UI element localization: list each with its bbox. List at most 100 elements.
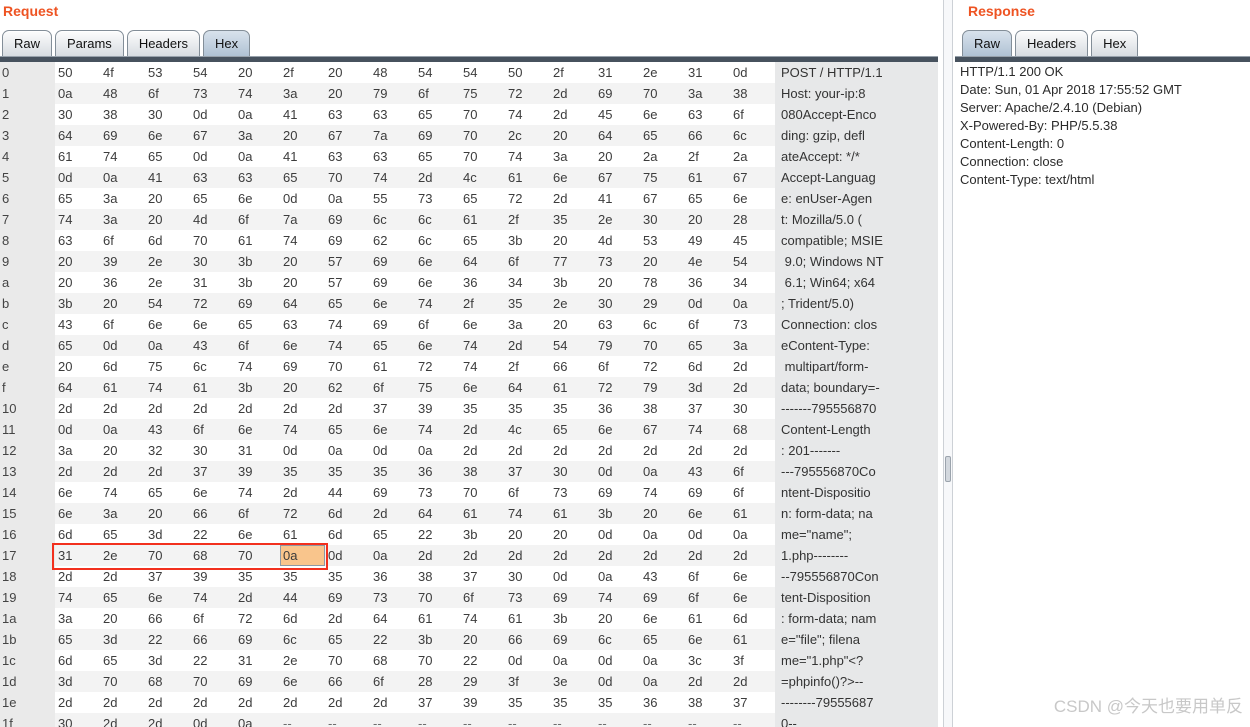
hex-byte[interactable]: 61 bbox=[505, 608, 550, 629]
hex-byte[interactable]: 6e bbox=[415, 251, 460, 272]
hex-byte[interactable]: 3a bbox=[235, 125, 280, 146]
hex-byte[interactable]: 2d bbox=[280, 692, 325, 713]
hex-byte[interactable]: 65 bbox=[640, 125, 685, 146]
hex-byte[interactable]: 3a bbox=[55, 440, 100, 461]
hex-byte[interactable]: 74 bbox=[280, 230, 325, 251]
hex-byte[interactable]: 65 bbox=[55, 335, 100, 356]
hex-byte[interactable]: 34 bbox=[505, 272, 550, 293]
hex-byte[interactable]: 73 bbox=[370, 587, 415, 608]
hex-byte[interactable]: 20 bbox=[595, 272, 640, 293]
hex-byte[interactable]: 36 bbox=[595, 398, 640, 419]
hex-byte[interactable]: 2d bbox=[325, 692, 370, 713]
hex-byte[interactable]: 6f bbox=[730, 461, 775, 482]
hex-byte[interactable]: 41 bbox=[595, 188, 640, 209]
hex-byte[interactable]: 69 bbox=[550, 587, 595, 608]
hex-byte[interactable]: 64 bbox=[595, 125, 640, 146]
hex-byte[interactable]: 20 bbox=[145, 188, 190, 209]
hex-byte[interactable]: 66 bbox=[145, 608, 190, 629]
hex-byte[interactable]: 63 bbox=[685, 104, 730, 125]
hex-byte[interactable]: 3a bbox=[505, 314, 550, 335]
hex-byte[interactable]: 69 bbox=[325, 230, 370, 251]
hex-byte[interactable]: 54 bbox=[460, 62, 505, 83]
hex-byte[interactable]: 65 bbox=[415, 146, 460, 167]
hex-byte[interactable]: 65 bbox=[370, 524, 415, 545]
hex-byte[interactable]: 39 bbox=[100, 251, 145, 272]
hex-byte[interactable]: 68 bbox=[730, 419, 775, 440]
hex-byte[interactable]: 22 bbox=[190, 524, 235, 545]
hex-byte[interactable]: 2d bbox=[595, 440, 640, 461]
hex-byte[interactable]: 38 bbox=[100, 104, 145, 125]
hex-byte[interactable]: 74 bbox=[685, 419, 730, 440]
hex-byte[interactable]: 0d bbox=[190, 146, 235, 167]
hex-byte[interactable]: 6d bbox=[55, 524, 100, 545]
hex-byte[interactable]: 6e bbox=[145, 125, 190, 146]
hex-byte[interactable]: 37 bbox=[730, 692, 775, 713]
hex-byte[interactable]: 30 bbox=[550, 461, 595, 482]
hex-byte[interactable]: 74 bbox=[55, 587, 100, 608]
hex-byte[interactable]: 6e bbox=[730, 587, 775, 608]
hex-byte[interactable]: 57 bbox=[325, 251, 370, 272]
hex-byte[interactable]: 69 bbox=[280, 356, 325, 377]
hex-byte[interactable]: 6f bbox=[235, 335, 280, 356]
hex-byte[interactable]: 36 bbox=[460, 272, 505, 293]
hex-byte[interactable]: 63 bbox=[235, 167, 280, 188]
hex-byte[interactable]: 6e bbox=[145, 587, 190, 608]
hex-byte[interactable]: 65 bbox=[460, 230, 505, 251]
hex-byte[interactable]: 6f bbox=[505, 251, 550, 272]
hex-byte[interactable]: 35 bbox=[280, 461, 325, 482]
hex-byte[interactable]: 20 bbox=[145, 209, 190, 230]
hex-byte[interactable]: 2a bbox=[640, 146, 685, 167]
hex-byte[interactable]: 37 bbox=[685, 398, 730, 419]
hex-byte[interactable]: 61 bbox=[550, 503, 595, 524]
hex-byte[interactable]: 73 bbox=[730, 314, 775, 335]
hex-byte[interactable]: 43 bbox=[190, 335, 235, 356]
hex-byte[interactable]: -- bbox=[370, 713, 415, 727]
hex-byte[interactable]: 0a bbox=[730, 293, 775, 314]
hex-byte[interactable]: 36 bbox=[640, 692, 685, 713]
hex-byte[interactable]: 69 bbox=[370, 482, 415, 503]
hex-byte[interactable]: 72 bbox=[595, 377, 640, 398]
hex-byte[interactable]: 63 bbox=[190, 167, 235, 188]
hex-byte[interactable]: 72 bbox=[280, 503, 325, 524]
hex-byte[interactable]: 35 bbox=[505, 692, 550, 713]
hex-byte[interactable]: 69 bbox=[685, 482, 730, 503]
hex-byte[interactable]: 0d bbox=[505, 650, 550, 671]
hex-byte[interactable]: 3a bbox=[55, 608, 100, 629]
hex-byte[interactable]: 6e bbox=[550, 167, 595, 188]
hex-byte[interactable]: 2d bbox=[100, 398, 145, 419]
hex-byte[interactable]: 6f bbox=[415, 314, 460, 335]
hex-byte[interactable]: 64 bbox=[55, 125, 100, 146]
hex-byte[interactable]: 2d bbox=[460, 419, 505, 440]
hex-byte[interactable]: 20 bbox=[505, 524, 550, 545]
hex-byte[interactable]: 63 bbox=[325, 146, 370, 167]
hex-byte[interactable]: 65 bbox=[145, 146, 190, 167]
hex-byte[interactable]: 3b bbox=[550, 608, 595, 629]
hex-byte[interactable]: 0a bbox=[325, 188, 370, 209]
hex-byte[interactable]: 62 bbox=[325, 377, 370, 398]
hex-byte[interactable]: 2d bbox=[145, 692, 190, 713]
hex-byte[interactable]: 65 bbox=[685, 188, 730, 209]
hex-byte[interactable]: 69 bbox=[415, 125, 460, 146]
hex-byte[interactable]: 43 bbox=[55, 314, 100, 335]
hex-byte[interactable]: 3d bbox=[145, 650, 190, 671]
hex-byte[interactable]: 65 bbox=[145, 482, 190, 503]
hex-byte[interactable]: 38 bbox=[460, 461, 505, 482]
hex-byte[interactable]: 2d bbox=[370, 503, 415, 524]
hex-byte[interactable]: 35 bbox=[505, 293, 550, 314]
hex-byte[interactable]: 0d bbox=[190, 713, 235, 727]
tab-headers[interactable]: Headers bbox=[1015, 30, 1089, 56]
hex-byte[interactable]: 61 bbox=[370, 356, 415, 377]
hex-byte[interactable]: -- bbox=[640, 713, 685, 727]
hex-byte[interactable]: 20 bbox=[55, 272, 100, 293]
hex-byte[interactable]: 2d bbox=[55, 566, 100, 587]
hex-byte[interactable]: 30 bbox=[505, 566, 550, 587]
hex-byte[interactable]: 3d bbox=[55, 671, 100, 692]
hex-byte[interactable]: 35 bbox=[370, 461, 415, 482]
hex-byte[interactable]: 3a bbox=[100, 188, 145, 209]
hex-byte[interactable]: 0a bbox=[640, 524, 685, 545]
tab-params[interactable]: Params bbox=[55, 30, 124, 56]
hex-byte[interactable]: 6e bbox=[685, 503, 730, 524]
hex-byte[interactable]: 6d bbox=[325, 503, 370, 524]
hex-byte[interactable]: 3f bbox=[730, 650, 775, 671]
hex-byte[interactable]: 2d bbox=[685, 671, 730, 692]
